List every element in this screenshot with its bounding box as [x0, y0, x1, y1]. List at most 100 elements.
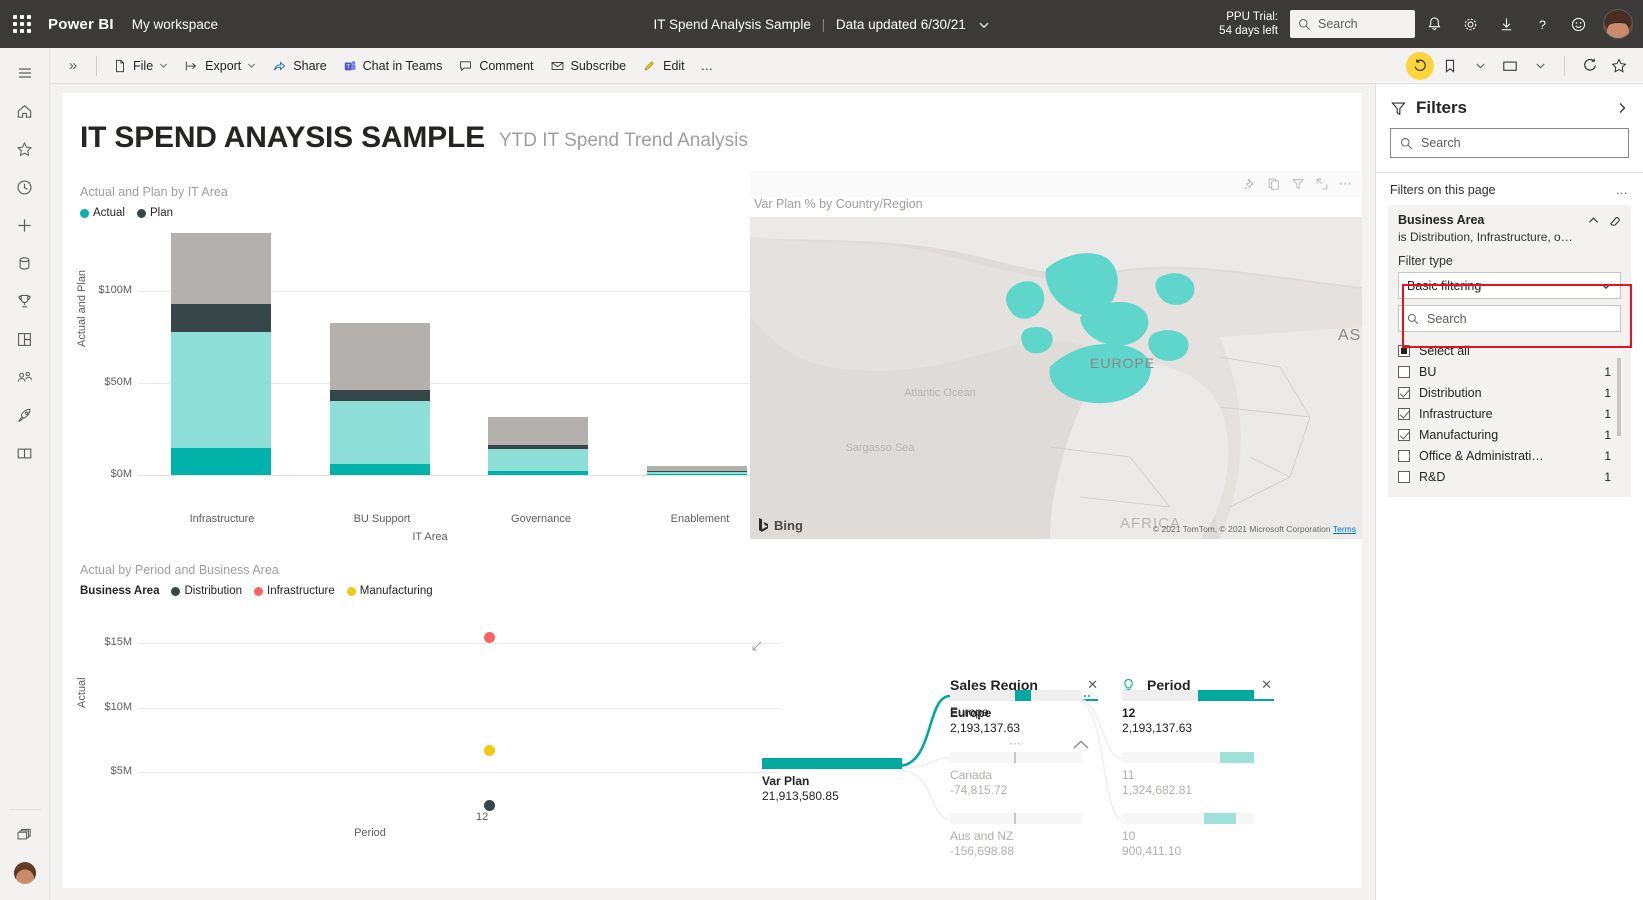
expand-navigation-button[interactable]: »: [58, 51, 88, 81]
hamburger-menu-icon[interactable]: [5, 54, 45, 92]
chat-in-teams-button[interactable]: T Chat in Teams: [335, 51, 451, 81]
bookmarks-icon[interactable]: [1436, 52, 1464, 80]
notifications-bell-icon[interactable]: [1417, 7, 1451, 41]
export-menu-button[interactable]: Export: [176, 51, 264, 81]
dt-node-period-11[interactable]: 11 1,324,682.81: [1122, 752, 1254, 797]
favorite-star-icon[interactable]: [1605, 52, 1633, 80]
segment-plan-remainder[interactable]: [330, 323, 430, 390]
dt-node-period-10[interactable]: 10 900,411.10: [1122, 813, 1254, 858]
comment-button[interactable]: Comment: [450, 51, 541, 81]
segment-plan[interactable]: [171, 304, 271, 332]
legend-item-manufacturing[interactable]: Manufacturing: [347, 585, 433, 597]
feedback-smiley-icon[interactable]: [1561, 7, 1595, 41]
deployment-rocket-icon[interactable]: [5, 396, 45, 434]
bar-group-bu-support[interactable]: [301, 227, 460, 475]
legend-item-actual[interactable]: Actual: [80, 207, 125, 219]
pin-icon[interactable]: [1240, 174, 1260, 194]
visual-var-plan-by-country-region[interactable]: ⋯ Var Plan % by Country/Region: [750, 171, 1362, 561]
checkbox-icon[interactable]: [1398, 429, 1410, 441]
legend-item-distribution[interactable]: Distribution: [171, 585, 242, 597]
recent-clock-icon[interactable]: [5, 168, 45, 206]
segment-actual-remainder[interactable]: [488, 449, 588, 471]
map-canvas[interactable]: EUROPE AS Atlantic Ocean Sargasso Sea AF…: [750, 217, 1362, 539]
learn-book-icon[interactable]: [5, 434, 45, 472]
segment-actual[interactable]: [171, 448, 271, 475]
focus-mode-icon[interactable]: [1312, 174, 1332, 194]
dt-node-period-12[interactable]: 12 2,193,137.63: [1122, 690, 1254, 735]
attribution-terms-link[interactable]: Terms: [1333, 524, 1356, 534]
filter-list-scrollbar[interactable]: [1617, 358, 1621, 436]
datasets-icon[interactable]: [5, 244, 45, 282]
copy-icon[interactable]: [1264, 174, 1284, 194]
filter-item-rnd[interactable]: R&D 1: [1398, 466, 1621, 487]
checkbox-icon[interactable]: [1398, 408, 1410, 420]
checkbox-icon[interactable]: [1398, 471, 1410, 483]
segment-actual[interactable]: [488, 471, 588, 475]
data-updated-label[interactable]: Data updated 6/30/21: [836, 17, 966, 32]
eraser-icon[interactable]: [1608, 214, 1621, 227]
bar-stack[interactable]: [330, 323, 430, 475]
dt-node-aus-and-nz[interactable]: Aus and NZ -156,698.88: [950, 813, 1082, 858]
bing-logo[interactable]: Bing: [758, 517, 803, 533]
download-icon[interactable]: [1489, 7, 1523, 41]
home-icon[interactable]: [5, 92, 45, 130]
data-point-manufacturing[interactable]: [484, 745, 495, 756]
chevron-up-icon[interactable]: [1587, 214, 1600, 227]
chevron-down-icon[interactable]: [1526, 52, 1554, 80]
chevron-right-icon[interactable]: [1615, 101, 1629, 115]
bar-stack[interactable]: [647, 466, 747, 475]
filter-item-select-all[interactable]: Select all: [1398, 340, 1621, 361]
filter-icon[interactable]: [1288, 174, 1308, 194]
settings-gear-icon[interactable]: [1453, 7, 1487, 41]
more-options-button[interactable]: …: [693, 51, 722, 81]
filter-item-infrastructure[interactable]: Infrastructure 1: [1398, 403, 1621, 424]
bar-group-governance[interactable]: [459, 227, 618, 475]
segment-actual-remainder[interactable]: [171, 332, 271, 448]
visual-actual-and-plan-by-it-area[interactable]: Actual and Plan by IT Area Actual Plan A…: [80, 185, 780, 553]
section-more-icon[interactable]: …: [1616, 183, 1630, 197]
filter-type-select[interactable]: Basic filtering: [1398, 272, 1621, 299]
segment-actual[interactable]: [330, 464, 430, 475]
checkbox-icon[interactable]: [1398, 345, 1410, 357]
help-icon[interactable]: ?: [1525, 7, 1559, 41]
report-name[interactable]: IT Spend Analysis Sample: [653, 17, 810, 32]
filter-card-business-area[interactable]: Business Area is Distribution, Infrastru…: [1388, 205, 1631, 497]
filter-values-search-input[interactable]: Search: [1398, 305, 1621, 332]
reset-filters-icon[interactable]: [1406, 52, 1434, 80]
subscribe-button[interactable]: Subscribe: [542, 51, 635, 81]
legend-item-infrastructure[interactable]: Infrastructure: [254, 585, 335, 597]
goals-trophy-icon[interactable]: [5, 282, 45, 320]
visual-actual-by-period-and-business-area[interactable]: Actual by Period and Business Area Busin…: [80, 563, 780, 883]
share-button[interactable]: Share: [264, 51, 334, 81]
chevron-down-icon[interactable]: [978, 19, 990, 31]
segment-plan-remainder[interactable]: [171, 233, 271, 304]
visual-decomposition-tree[interactable]: Sales Region ✕ Europe Period ✕: [750, 673, 1362, 888]
visual-resize-handle[interactable]: [752, 641, 762, 651]
checkbox-icon[interactable]: [1398, 450, 1410, 462]
segment-actual[interactable]: [647, 474, 747, 475]
create-plus-icon[interactable]: [5, 206, 45, 244]
bar-group-infrastructure[interactable]: [142, 227, 301, 475]
apps-icon[interactable]: [5, 320, 45, 358]
global-search-input[interactable]: Search: [1290, 10, 1415, 38]
edit-button[interactable]: Edit: [634, 51, 693, 81]
data-point-infrastructure[interactable]: [484, 632, 495, 643]
legend-item-plan[interactable]: Plan: [137, 207, 173, 219]
file-menu-button[interactable]: File: [105, 51, 176, 81]
data-point-distribution[interactable]: [484, 800, 495, 811]
filters-search-input[interactable]: Search: [1390, 128, 1629, 158]
filter-item-bu[interactable]: BU 1: [1398, 361, 1621, 382]
filter-item-office-administration[interactable]: Office & Administrati… 1: [1398, 445, 1621, 466]
user-avatar[interactable]: [14, 862, 36, 884]
dt-node-europe[interactable]: Europe 2,193,137.63 ⋯: [950, 690, 1082, 750]
ellipsis-icon[interactable]: ⋯: [950, 737, 1082, 750]
bar-stack[interactable]: [488, 417, 588, 475]
dt-root-node[interactable]: Var Plan 21,913,580.85: [762, 758, 902, 803]
more-options-icon[interactable]: ⋯: [1336, 174, 1356, 194]
account-avatar[interactable]: [1603, 9, 1633, 39]
app-launcher-button[interactable]: [0, 0, 44, 48]
filter-item-manufacturing[interactable]: Manufacturing 1: [1398, 424, 1621, 445]
shared-with-me-icon[interactable]: [5, 358, 45, 396]
breadcrumb-workspace[interactable]: My workspace: [132, 17, 218, 32]
segment-actual-remainder[interactable]: [330, 401, 430, 464]
